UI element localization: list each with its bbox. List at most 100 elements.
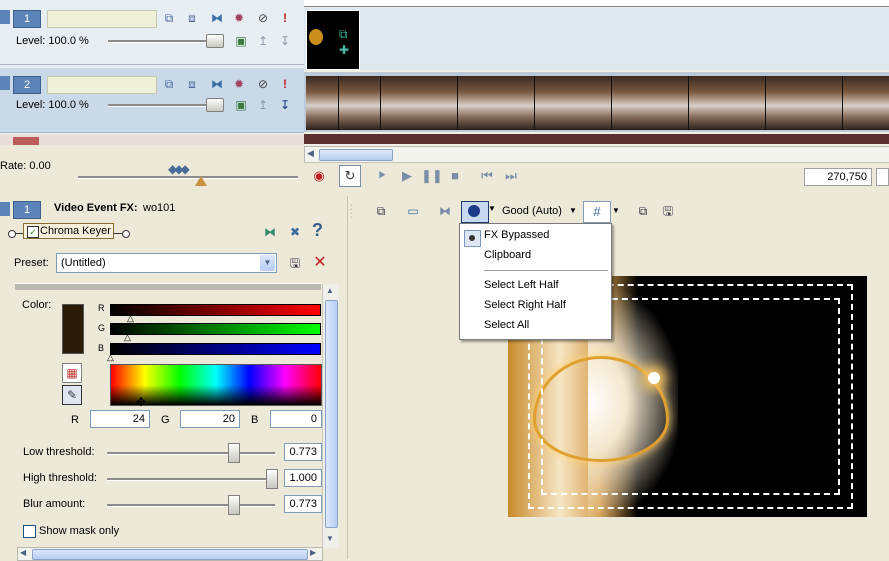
rate-slider-handle[interactable]: ◆◆◆ bbox=[168, 162, 190, 176]
parent-composite-icon[interactable]: ⧈ bbox=[185, 11, 199, 25]
scroll-up-icon[interactable]: ▲ bbox=[326, 286, 334, 295]
pause-icon[interactable]: ❚❚ bbox=[421, 166, 443, 186]
menu-item-select-all[interactable]: Select All bbox=[484, 319, 529, 331]
plugin-enable-checkbox[interactable]: ✓ bbox=[27, 226, 39, 238]
radio-dot-icon bbox=[469, 235, 475, 241]
remove-plugin-icon[interactable]: ✖ bbox=[288, 225, 302, 239]
low-threshold-field[interactable]: 0.773 bbox=[284, 443, 322, 461]
delete-preset-icon[interactable]: ✕ bbox=[313, 255, 327, 271]
video-output-fx-icon[interactable]: ⧓ bbox=[438, 204, 452, 218]
blue-slider-marker[interactable]: △ bbox=[107, 352, 114, 363]
track-expand-icon[interactable] bbox=[0, 10, 10, 24]
fx-plugin-chip[interactable]: ✓ Chroma Keyer bbox=[23, 223, 114, 239]
loop-playback-icon[interactable]: ↻ bbox=[339, 165, 361, 187]
rate-center-marker[interactable] bbox=[195, 176, 207, 186]
preset-combo[interactable]: (Untitled) ▼ bbox=[56, 253, 277, 273]
scroll-thumb[interactable] bbox=[32, 549, 308, 560]
mute-icon[interactable]: ⊘ bbox=[256, 77, 270, 91]
fx-vertical-scrollbar[interactable]: ▲ ▼ bbox=[322, 284, 339, 548]
track-expand-icon[interactable] bbox=[0, 76, 10, 90]
show-mask-checkbox[interactable] bbox=[23, 525, 36, 538]
split-screen-dropdown-icon[interactable]: ▼ bbox=[488, 204, 496, 213]
split-screen-view-button[interactable] bbox=[461, 201, 489, 223]
parent-composite-icon[interactable]: ⧈ bbox=[185, 77, 199, 91]
color-palette-icon[interactable]: ▦ bbox=[62, 363, 82, 383]
red-channel-bar[interactable] bbox=[110, 304, 321, 316]
compositing-child-icon[interactable]: ↧ bbox=[278, 34, 292, 48]
overlays-grid-icon[interactable]: # bbox=[583, 201, 611, 223]
chevron-down-icon[interactable]: ▼ bbox=[260, 255, 275, 271]
event-clip-1[interactable]: ⧉ ✚ bbox=[306, 10, 360, 70]
r-value-field[interactable]: 24 bbox=[90, 410, 150, 428]
g-value-field[interactable]: 20 bbox=[180, 410, 240, 428]
scroll-right-icon[interactable]: ▶ bbox=[310, 548, 316, 557]
b-value-field[interactable]: 0 bbox=[270, 410, 322, 428]
timecode-display[interactable]: 270,750 bbox=[804, 168, 872, 186]
level-slider-thumb[interactable] bbox=[206, 34, 224, 48]
blue-channel-bar[interactable] bbox=[110, 343, 321, 355]
track-fx-icon[interactable]: ⧓ bbox=[210, 77, 224, 91]
mute-icon[interactable]: ⊘ bbox=[256, 11, 270, 25]
track-lane-1[interactable] bbox=[304, 8, 889, 70]
green-channel-bar[interactable] bbox=[110, 323, 321, 335]
timecode-display-2[interactable] bbox=[876, 168, 889, 186]
play-from-start-icon[interactable]: ⯈ bbox=[372, 166, 392, 186]
panel-splitter[interactable]: · · · · bbox=[347, 196, 357, 559]
scroll-thumb[interactable] bbox=[319, 149, 393, 161]
track-header-3-partial[interactable] bbox=[0, 135, 304, 145]
level-slider-thumb[interactable] bbox=[206, 98, 224, 112]
menu-item-fx-bypassed[interactable]: FX Bypassed bbox=[484, 229, 549, 241]
stop-icon[interactable]: ■ bbox=[445, 166, 465, 186]
external-monitor-icon[interactable]: ▭ bbox=[406, 204, 420, 218]
overlays-dropdown-icon[interactable]: ▼ bbox=[612, 206, 620, 215]
track-name-field[interactable] bbox=[47, 76, 157, 94]
help-icon[interactable]: ? bbox=[312, 220, 323, 241]
save-snapshot-icon[interactable]: 🖫 bbox=[661, 204, 675, 218]
composite-mode-icon[interactable]: ✹ bbox=[232, 77, 246, 91]
quality-dropdown-icon[interactable]: ▼ bbox=[569, 206, 577, 215]
eyedropper-icon[interactable]: ✎ bbox=[62, 385, 82, 405]
blur-field[interactable]: 0.773 bbox=[284, 495, 322, 513]
blur-thumb[interactable] bbox=[228, 495, 240, 515]
track-fx-icon[interactable]: ⧓ bbox=[210, 11, 224, 25]
solo-icon[interactable]: ! bbox=[278, 11, 292, 25]
go-to-end-icon[interactable]: ⏭ bbox=[501, 166, 521, 186]
preview-properties-icon[interactable]: ⧉ bbox=[374, 204, 388, 218]
scroll-left-icon[interactable]: ◀ bbox=[20, 548, 26, 557]
solo-icon[interactable]: ! bbox=[278, 77, 292, 91]
track-motion-icon[interactable]: ⧉ bbox=[162, 77, 176, 91]
high-threshold-thumb[interactable] bbox=[266, 469, 278, 489]
composite-mode-icon[interactable]: ✹ bbox=[232, 11, 246, 25]
record-icon[interactable]: ◉ bbox=[309, 166, 329, 186]
scroll-down-icon[interactable]: ▼ bbox=[326, 534, 334, 543]
go-to-start-icon[interactable]: ⏮ bbox=[477, 166, 497, 186]
menu-item-select-left-half[interactable]: Select Left Half bbox=[484, 279, 559, 291]
automation-icon[interactable]: ▣ bbox=[234, 98, 248, 112]
save-preset-icon[interactable]: 🖫 bbox=[288, 256, 302, 270]
menu-item-select-right-half[interactable]: Select Right Half bbox=[484, 299, 566, 311]
compositing-parent-icon[interactable]: ↥ bbox=[256, 98, 270, 112]
automation-icon[interactable]: ▣ bbox=[234, 34, 248, 48]
copy-snapshot-icon[interactable]: ⧉ bbox=[636, 204, 650, 218]
menu-item-clipboard[interactable]: Clipboard bbox=[484, 249, 531, 261]
spectrum-cursor-icon[interactable]: ✥ bbox=[136, 395, 146, 409]
track-name-field[interactable] bbox=[47, 10, 157, 28]
high-threshold-field[interactable]: 1.000 bbox=[284, 469, 322, 487]
timeline-ruler[interactable] bbox=[304, 0, 889, 7]
event-pan-crop-icon[interactable]: ⧉ bbox=[339, 27, 348, 42]
plugin-chain-icon[interactable]: ⧓ bbox=[263, 225, 277, 239]
green-slider-marker[interactable]: △ bbox=[124, 332, 131, 343]
event-fx-icon[interactable]: ✚ bbox=[339, 43, 349, 57]
compositing-parent-icon[interactable]: ↥ bbox=[256, 34, 270, 48]
track-motion-icon[interactable]: ⧉ bbox=[162, 11, 176, 25]
low-threshold-thumb[interactable] bbox=[228, 443, 240, 463]
key-color-swatch[interactable] bbox=[62, 304, 84, 354]
compositing-child-icon[interactable]: ↧ bbox=[278, 98, 292, 112]
scroll-left-icon[interactable]: ◀ bbox=[307, 148, 314, 159]
track-header-2[interactable]: 2 ⧉ ⧈ ⧓ ✹ ⊘ ! Level: 100.0 % ▣ ↥ ↧ bbox=[0, 68, 304, 133]
play-icon[interactable]: ▶ bbox=[397, 166, 417, 186]
track-header-1[interactable]: 1 ⧉ ⧈ ⧓ ✹ ⊘ ! Level: 100.0 % ▣ ↥ ↧ bbox=[0, 0, 304, 65]
fx-panel-collapse-icon[interactable] bbox=[0, 202, 10, 216]
preview-quality-label[interactable]: Good (Auto) bbox=[502, 205, 562, 217]
scroll-thumb[interactable] bbox=[325, 300, 338, 528]
